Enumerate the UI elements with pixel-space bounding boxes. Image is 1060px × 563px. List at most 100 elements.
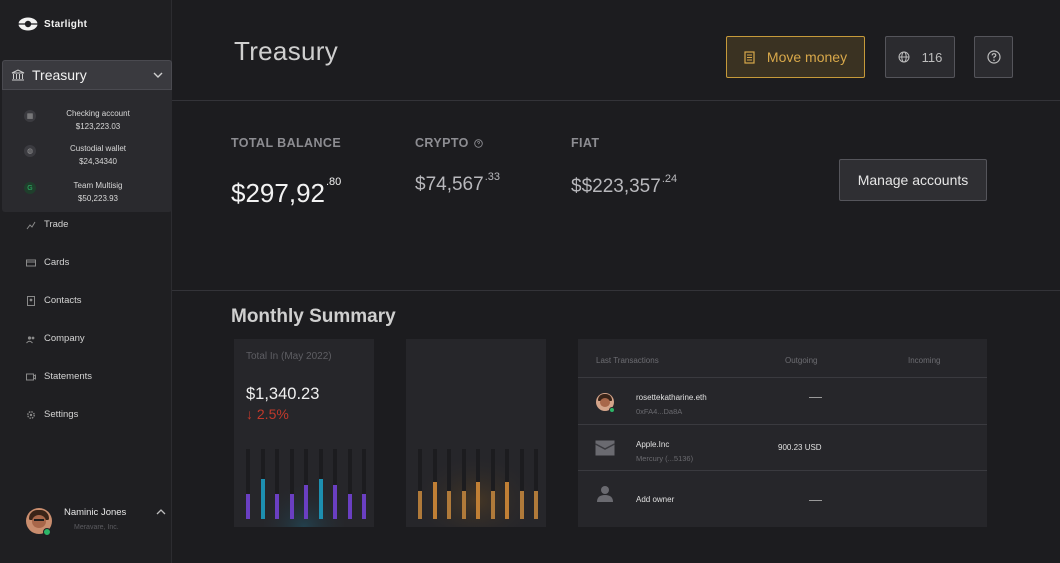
card-icon [26,259,36,266]
sidebar-item-label: Company [44,333,85,344]
bar [304,485,308,519]
sidebar-item-label: Contacts [44,295,82,306]
sidebar-item-trade[interactable]: Trade [26,219,68,230]
fiat-label: FIAT [571,136,600,150]
sidebar-item-label: Trade [44,219,69,230]
sidebar-item-company[interactable]: Company [26,333,85,344]
info-icon[interactable] [474,138,483,148]
move-money-button[interactable]: Move money [726,36,865,78]
sidebar: Starlight Treasury ▦ Checking account $1… [0,0,172,563]
total-in-bar-chart [246,449,366,527]
chevron-down-icon [153,72,163,78]
account-amount: $24,34340 [79,157,117,166]
add-owner-label: Add owner [636,495,675,504]
count-label: 116 [921,49,943,65]
app: Starlight Treasury ▦ Checking account $1… [0,0,1060,563]
column-header-outgoing: Outgoing [785,356,818,365]
bar [362,494,366,519]
bar [433,482,437,519]
total-out-card [406,339,546,527]
sidebar-item-cards[interactable]: Cards [26,257,69,268]
user-name: Naminic Jones [64,507,127,518]
document-icon [744,50,755,64]
column-header-last-transactions: Last Transactions [596,356,659,365]
transaction-name: Apple.Inc [636,440,670,449]
trend-chart-icon [26,221,36,229]
crypto-value: $74,567.33 [415,171,500,195]
column-header-incoming: Incoming [908,356,941,365]
gear-icon [27,410,35,419]
section-title: Monthly Summary [231,306,396,327]
bar [476,482,480,519]
person-icon [597,486,613,502]
treasury-accounts-panel: ▦ Checking account $123,223.03 ◍ Custodi… [2,90,172,212]
sidebar-item-label: Cards [44,257,70,268]
main-content: Treasury Move money 116 TOTAL BALANCE $2… [172,0,1060,563]
bank-card-icon [595,440,615,456]
crypto-label: CRYPTO [415,136,483,150]
sidebar-item-treasury[interactable]: Treasury [2,60,172,90]
divider [172,290,1060,291]
total-out-bar-chart [416,439,538,527]
bar [447,491,451,519]
statements-icon [26,373,36,380]
table-row[interactable]: Apple.Inc Mercury (...5136) 900.23 USD [578,424,987,470]
transaction-name: rosettekatharine.eth [636,393,707,402]
account-name: Checking account [66,109,130,118]
account-checking[interactable]: ▦ Checking account $123,223.03 [2,104,172,140]
bar [520,491,524,519]
transactions-table: Last Transactions Outgoing Incoming rose… [578,339,987,527]
online-status-dot [609,407,615,413]
help-icon [986,50,1001,64]
bar [491,491,495,519]
total-balance-value: $297,92.80 [231,176,342,208]
chevron-up-icon[interactable] [156,509,166,515]
bank-small-icon: ▦ [24,110,36,122]
sidebar-item-label: Settings [44,409,79,420]
transaction-source: Mercury (...5136) [636,454,694,463]
user-org: Meravare, Inc. [74,524,119,531]
company-icon [26,335,35,343]
page-title: Treasury [234,36,339,66]
empty-value-dash [809,500,822,501]
brand-logo[interactable]: Starlight [18,17,87,31]
bar [462,491,466,519]
sidebar-item-statements[interactable]: Statements [26,371,92,382]
fiat-value: $$223,357.24 [571,173,678,197]
bar [505,482,509,519]
table-row[interactable]: rosettekatharine.eth 0xFA4...Da8A [578,377,987,423]
starlight-logo-icon [18,17,38,31]
bar [418,491,422,519]
manage-accounts-button[interactable]: Manage accounts [839,159,987,201]
move-money-label: Move money [766,49,848,65]
contacts-icon [27,295,35,306]
transaction-outgoing: 900.23 USD [778,443,822,452]
wallet-icon: ◍ [24,145,36,157]
total-balance-label: TOTAL BALANCE [231,136,342,150]
bar [534,491,538,519]
sidebar-item-contacts[interactable]: Contacts [26,295,82,306]
table-row[interactable]: Add owner [578,470,987,516]
transaction-address: 0xFA4...Da8A [636,407,683,416]
bar [348,494,352,519]
bar [290,494,294,519]
bar [319,479,323,519]
bar [275,494,279,519]
sidebar-item-label: Treasury [32,67,87,83]
account-multisig[interactable]: G Team Multisig $50,223.93 [2,176,172,212]
sidebar-item-settings[interactable]: Settings [26,409,78,420]
account-amount: $50,223.93 [77,194,119,203]
bar [246,494,250,519]
globe-icon [898,51,910,63]
user-profile[interactable]: Naminic Jones Meravare, Inc. [26,505,172,545]
sidebar-item-label: Statements [44,371,93,382]
empty-value-dash [809,397,822,398]
account-amount: $123,223.03 [75,122,121,131]
total-in-card: Total In (May 2022) $1,340.23 ↓ 2.5% [234,339,374,527]
help-button[interactable] [974,36,1013,78]
bar [333,485,337,519]
multisig-icon: G [24,182,36,194]
bank-icon [11,69,25,81]
account-custodial[interactable]: ◍ Custodial wallet $24,34340 [2,139,172,175]
network-count-button[interactable]: 116 [885,36,955,78]
